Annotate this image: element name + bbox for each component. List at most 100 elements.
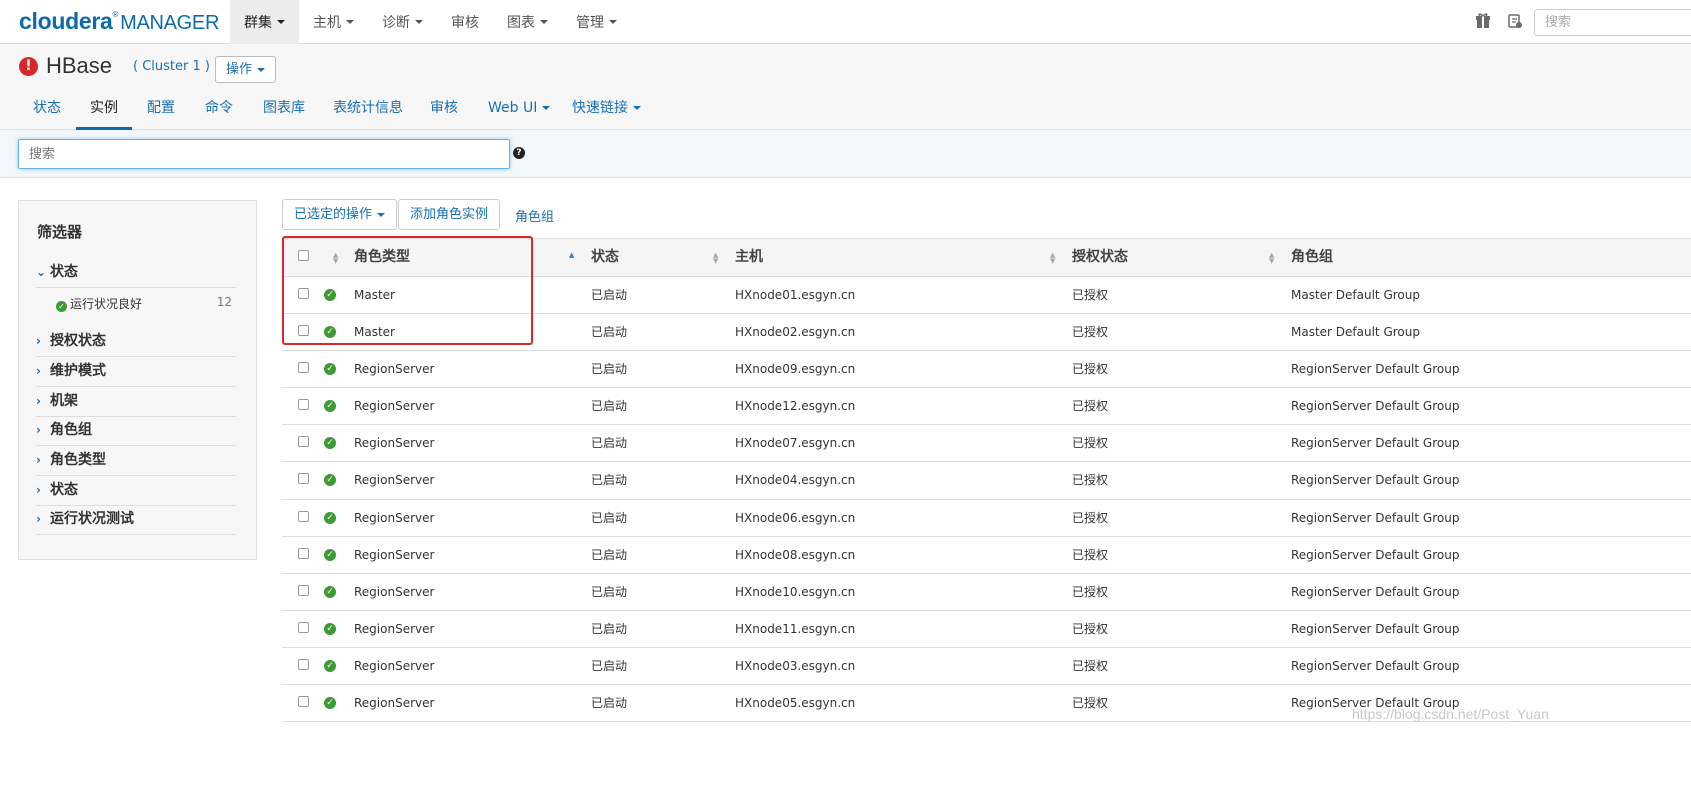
check-circle-icon: ✓ bbox=[324, 326, 336, 339]
table-header: ▲ ▼ 角色类型 ▲ 状态 ▲ ▼ 主机 ▲ ▼ 授权状态 ▲ ▼ 角色组 bbox=[282, 239, 1691, 277]
tab-status[interactable]: 状态 bbox=[33, 90, 61, 130]
row-checkbox[interactable] bbox=[298, 362, 309, 374]
role-groups-link[interactable]: 角色组 bbox=[515, 206, 554, 225]
host-link[interactable]: HXnode01.esgyn.cn bbox=[735, 277, 855, 314]
role-link[interactable]: RegionServer bbox=[354, 351, 434, 388]
role-group: RegionServer Default Group bbox=[1291, 399, 1460, 414]
add-role-instance-button[interactable]: 添加角色实例 bbox=[398, 199, 501, 230]
role-link[interactable]: RegionServer bbox=[354, 537, 434, 574]
commission-state: 已授权 bbox=[1072, 436, 1109, 451]
row-checkbox[interactable] bbox=[298, 288, 309, 299]
role-link[interactable]: RegionServer bbox=[354, 648, 434, 685]
host-link[interactable]: HXnode05.esgyn.cn bbox=[735, 685, 855, 722]
role-link[interactable]: RegionServer bbox=[354, 611, 434, 648]
host-link[interactable]: HXnode07.esgyn.cn bbox=[735, 425, 855, 462]
tab-web-ui[interactable]: Web UI bbox=[488, 90, 551, 130]
filter-group-commission-state[interactable]: › 授权状态 bbox=[36, 327, 236, 357]
role-state: 已启动 bbox=[591, 696, 628, 711]
commission-state: 已授权 bbox=[1072, 399, 1109, 414]
check-circle-icon: ✓ bbox=[324, 474, 336, 487]
sort-icon[interactable]: ▲ ▼ bbox=[713, 252, 719, 265]
role-link[interactable]: Master bbox=[354, 314, 395, 351]
host-link[interactable]: HXnode10.esgyn.cn bbox=[735, 574, 855, 611]
selected-actions-button[interactable]: 已选定的操作 bbox=[282, 199, 398, 230]
filter-group-maintenance-mode[interactable]: › 维护模式 bbox=[36, 357, 236, 387]
filter-item-good-health[interactable]: ✓ 运行状况良好 12 bbox=[56, 295, 236, 312]
parcel-icon[interactable] bbox=[1475, 13, 1491, 29]
tab-configuration[interactable]: 配置 bbox=[147, 90, 175, 130]
col-state[interactable]: 状态 bbox=[591, 239, 619, 277]
role-link[interactable]: Master bbox=[354, 277, 395, 314]
host-link[interactable]: HXnode08.esgyn.cn bbox=[735, 537, 855, 574]
filter-group-rack[interactable]: › 机架 bbox=[36, 387, 236, 417]
row-checkbox[interactable] bbox=[298, 584, 309, 596]
check-circle-icon: ✓ bbox=[324, 659, 336, 672]
tab-table-statistics[interactable]: 表统计信息 bbox=[333, 90, 403, 130]
topnav-diagnostics[interactable]: 诊断 bbox=[368, 0, 437, 44]
chevron-right-icon: › bbox=[36, 364, 41, 378]
topnav-administration[interactable]: 管理 bbox=[562, 0, 631, 44]
host-link[interactable]: HXnode02.esgyn.cn bbox=[735, 314, 855, 351]
error-icon[interactable]: ! bbox=[19, 57, 38, 76]
caret-down-icon bbox=[609, 20, 617, 24]
row-checkbox[interactable] bbox=[298, 399, 309, 411]
sort-asc-icon[interactable]: ▲ bbox=[569, 252, 575, 264]
help-icon[interactable]: ? bbox=[513, 147, 525, 159]
role-state: 已启动 bbox=[591, 325, 628, 340]
row-checkbox[interactable] bbox=[298, 658, 309, 670]
commission-state: 已授权 bbox=[1072, 547, 1109, 562]
topnav-clusters[interactable]: 群集 bbox=[230, 0, 299, 44]
service-actions-button[interactable]: 操作 bbox=[215, 56, 277, 83]
instances-search-input[interactable] bbox=[18, 139, 510, 169]
filter-group-state[interactable]: ⌄ 状态 bbox=[36, 258, 236, 288]
tab-quick-links[interactable]: 快速链接 bbox=[572, 90, 641, 130]
tab-chart-library[interactable]: 图表库 bbox=[263, 90, 305, 130]
cloudera-manager-logo[interactable]: cloudera® MANAGER bbox=[19, 8, 219, 35]
tab-instances[interactable]: 实例 bbox=[76, 90, 132, 130]
role-link[interactable]: RegionServer bbox=[354, 500, 434, 537]
select-all-checkbox[interactable] bbox=[298, 250, 309, 261]
role-link[interactable]: RegionServer bbox=[354, 388, 434, 425]
col-commission-state[interactable]: 授权状态 bbox=[1072, 239, 1128, 277]
row-checkbox[interactable] bbox=[298, 436, 309, 448]
filter-group-role-group[interactable]: › 角色组 bbox=[36, 416, 236, 446]
role-link[interactable]: RegionServer bbox=[354, 574, 434, 611]
col-host[interactable]: 主机 bbox=[735, 239, 763, 277]
table-row: ✓ RegionServer 已启动 HXnode12.esgyn.cn 已授权 Regi… bbox=[282, 388, 1691, 426]
filter-group-role-type[interactable]: › 角色类型 bbox=[36, 446, 236, 476]
topnav-hosts[interactable]: 主机 bbox=[299, 0, 368, 44]
host-link[interactable]: HXnode06.esgyn.cn bbox=[735, 500, 855, 537]
host-link[interactable]: HXnode12.esgyn.cn bbox=[735, 388, 855, 425]
row-checkbox[interactable] bbox=[298, 510, 309, 522]
sort-icon[interactable]: ▲ ▼ bbox=[1050, 252, 1056, 265]
host-link[interactable]: HXnode03.esgyn.cn bbox=[735, 648, 855, 685]
global-search-input[interactable]: 搜索 bbox=[1534, 9, 1691, 36]
topnav-charts[interactable]: 图表 bbox=[493, 0, 562, 44]
running-commands-icon[interactable] bbox=[1507, 13, 1523, 29]
col-role-group[interactable]: 角色组 bbox=[1291, 239, 1333, 277]
role-link[interactable]: RegionServer bbox=[354, 462, 434, 499]
tab-audits[interactable]: 审核 bbox=[430, 90, 458, 130]
role-link[interactable]: RegionServer bbox=[354, 685, 434, 722]
top-navbar: cloudera® MANAGER 群集 主机 诊断 审核 图表 管理 搜索 bbox=[0, 0, 1691, 44]
sort-icon[interactable]: ▲ ▼ bbox=[1269, 252, 1275, 265]
tab-commands[interactable]: 命令 bbox=[205, 90, 233, 130]
host-link[interactable]: HXnode09.esgyn.cn bbox=[735, 351, 855, 388]
role-link[interactable]: RegionServer bbox=[354, 425, 434, 462]
filter-group-status[interactable]: › 状态 bbox=[36, 476, 236, 506]
commission-state: 已授权 bbox=[1072, 621, 1109, 636]
host-link[interactable]: HXnode11.esgyn.cn bbox=[735, 611, 855, 648]
topnav-audits[interactable]: 审核 bbox=[437, 0, 493, 44]
row-checkbox[interactable] bbox=[298, 325, 309, 337]
row-checkbox[interactable] bbox=[298, 696, 309, 708]
sort-icon[interactable]: ▲ ▼ bbox=[333, 252, 339, 265]
row-checkbox[interactable] bbox=[298, 473, 309, 485]
role-state: 已启动 bbox=[591, 547, 628, 562]
caret-down-icon bbox=[540, 20, 548, 24]
row-checkbox[interactable] bbox=[298, 621, 309, 633]
row-checkbox[interactable] bbox=[298, 547, 309, 559]
filter-group-health-tests[interactable]: › 运行状况测试 bbox=[36, 505, 236, 535]
cluster-link[interactable]: ( Cluster 1 ) bbox=[133, 59, 210, 74]
col-role-type[interactable]: 角色类型 bbox=[354, 239, 410, 277]
host-link[interactable]: HXnode04.esgyn.cn bbox=[735, 462, 855, 499]
